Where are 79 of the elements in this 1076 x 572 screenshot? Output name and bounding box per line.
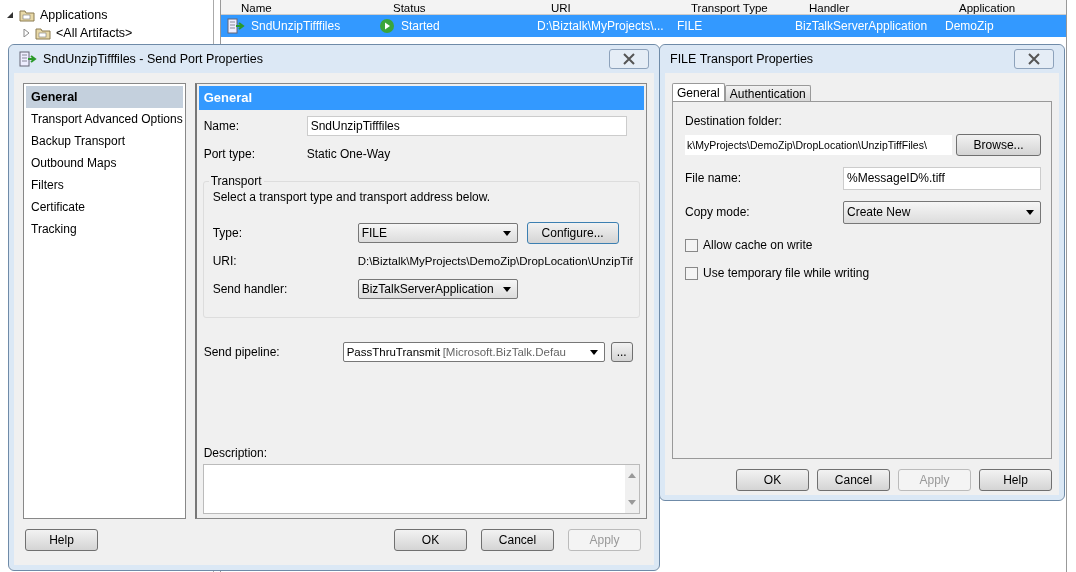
sidebar-item[interactable]: Certificate xyxy=(26,196,183,218)
dialog-button[interactable]: Help xyxy=(979,469,1052,491)
type-dropdown[interactable]: FILE xyxy=(357,223,518,243)
destination-folder-field[interactable]: k\MyProjects\DemoZip\DropLocation\UnzipTiffFiles\ xyxy=(685,135,953,155)
transport-hint: Select a transport type and transport address below. xyxy=(212,190,492,204)
section-header: General xyxy=(198,86,644,110)
scroll-up-icon[interactable] xyxy=(627,473,636,478)
folder-icon xyxy=(35,26,51,40)
collapsed-arrow-icon[interactable] xyxy=(22,29,30,37)
copy-mode-dropdown[interactable]: Create New xyxy=(843,200,1041,224)
close-button[interactable] xyxy=(609,49,649,69)
sidebar-item[interactable]: Transport Advanced Options xyxy=(26,108,183,130)
dialog-button[interactable]: Cancel xyxy=(817,469,890,491)
sidebar-item[interactable]: General xyxy=(26,86,183,108)
sidebar-item[interactable]: Filters xyxy=(26,174,183,196)
caret-icon xyxy=(1026,209,1034,215)
column-header[interactable]: Handler xyxy=(789,2,939,14)
field-label: Copy mode: xyxy=(685,205,751,219)
table-cell-text: FILE xyxy=(676,19,704,33)
column-header[interactable]: Application xyxy=(939,2,1064,14)
close-icon xyxy=(1027,53,1041,65)
description-field[interactable] xyxy=(202,464,640,514)
play-icon xyxy=(379,18,395,34)
close-icon xyxy=(622,53,636,65)
table-cell-text: DemoZip xyxy=(944,19,995,33)
table-cell-text: BizTalkServerApplication xyxy=(794,19,929,33)
field-label: Port type: xyxy=(203,147,256,161)
tab[interactable]: General xyxy=(672,83,725,101)
caret-icon xyxy=(589,349,598,355)
field-label: Description: xyxy=(202,446,268,460)
name-field[interactable]: SndUnzipTifffiles xyxy=(306,116,627,136)
browse-button[interactable]: ... xyxy=(610,342,633,362)
scrollbar[interactable] xyxy=(624,465,639,513)
caret-icon xyxy=(502,286,511,292)
sidebar-item[interactable]: Backup Transport xyxy=(26,130,183,152)
dialog-button[interactable]: OK xyxy=(394,529,467,551)
sidebar-item[interactable]: Outbound Maps xyxy=(26,152,183,174)
field-label: File name: xyxy=(685,171,743,185)
folder-icon xyxy=(19,8,35,22)
send-port-icon xyxy=(227,18,245,34)
field-label: Name: xyxy=(203,119,240,133)
field-label: Send pipeline: xyxy=(203,345,281,359)
configure-button[interactable]: Configure... xyxy=(526,222,619,244)
dialog-button[interactable]: Help xyxy=(25,529,98,551)
field-label: Destination folder: xyxy=(685,114,783,128)
send-port-icon xyxy=(19,51,37,67)
browse-button[interactable]: Browse... xyxy=(956,134,1041,156)
table-cell-text: D:\Biztalk\MyProjects\... xyxy=(536,19,665,33)
port-type-value: Static One-Way xyxy=(306,147,391,161)
checkbox-box[interactable] xyxy=(685,266,698,280)
caret-icon xyxy=(502,230,511,236)
tab[interactable]: Authentication xyxy=(724,85,811,101)
field-label: Type: xyxy=(212,226,243,240)
column-header[interactable]: Status xyxy=(373,2,531,14)
close-button[interactable] xyxy=(1014,49,1054,69)
uri-value: D:\Biztalk\MyProjects\DemoZip\DropLocation\UnzipTif xyxy=(357,255,633,267)
sidebar-item[interactable]: Tracking xyxy=(26,218,183,240)
field-label: URI: xyxy=(212,254,238,268)
checkbox-box[interactable] xyxy=(685,238,698,252)
table-cell: SndUnzipTifffiles xyxy=(221,18,373,34)
checkbox[interactable]: Use temporary file while writing xyxy=(685,266,1041,280)
send-handler-dropdown[interactable]: BizTalkServerApplication xyxy=(357,279,518,299)
checkbox[interactable]: Allow cache on write xyxy=(685,238,1041,252)
window-title: SndUnzipTifffiles - Send Port Properties xyxy=(43,52,264,66)
send-pipeline-dropdown[interactable]: PassThruTransmit [Microsoft.BizTalk.Defau xyxy=(342,342,605,362)
tree-item[interactable]: <All Artifacts> xyxy=(0,24,213,42)
tree-item[interactable]: Applications xyxy=(0,6,213,24)
dialog-button[interactable]: OK xyxy=(736,469,809,491)
window-title: FILE Transport Properties xyxy=(670,52,815,66)
column-header[interactable]: Transport Type xyxy=(671,2,789,14)
file-name-field[interactable]: %MessageID%.tiff xyxy=(843,166,1041,190)
group-title: Transport xyxy=(209,174,263,188)
field-label: Send handler: xyxy=(212,282,289,296)
scroll-down-icon[interactable] xyxy=(627,500,636,505)
expanded-arrow-icon[interactable] xyxy=(6,11,14,19)
dialog-button[interactable]: Cancel xyxy=(481,529,554,551)
column-header[interactable]: URI xyxy=(531,2,671,14)
table-cell: Started xyxy=(373,18,531,34)
column-header[interactable]: Name xyxy=(221,2,373,14)
